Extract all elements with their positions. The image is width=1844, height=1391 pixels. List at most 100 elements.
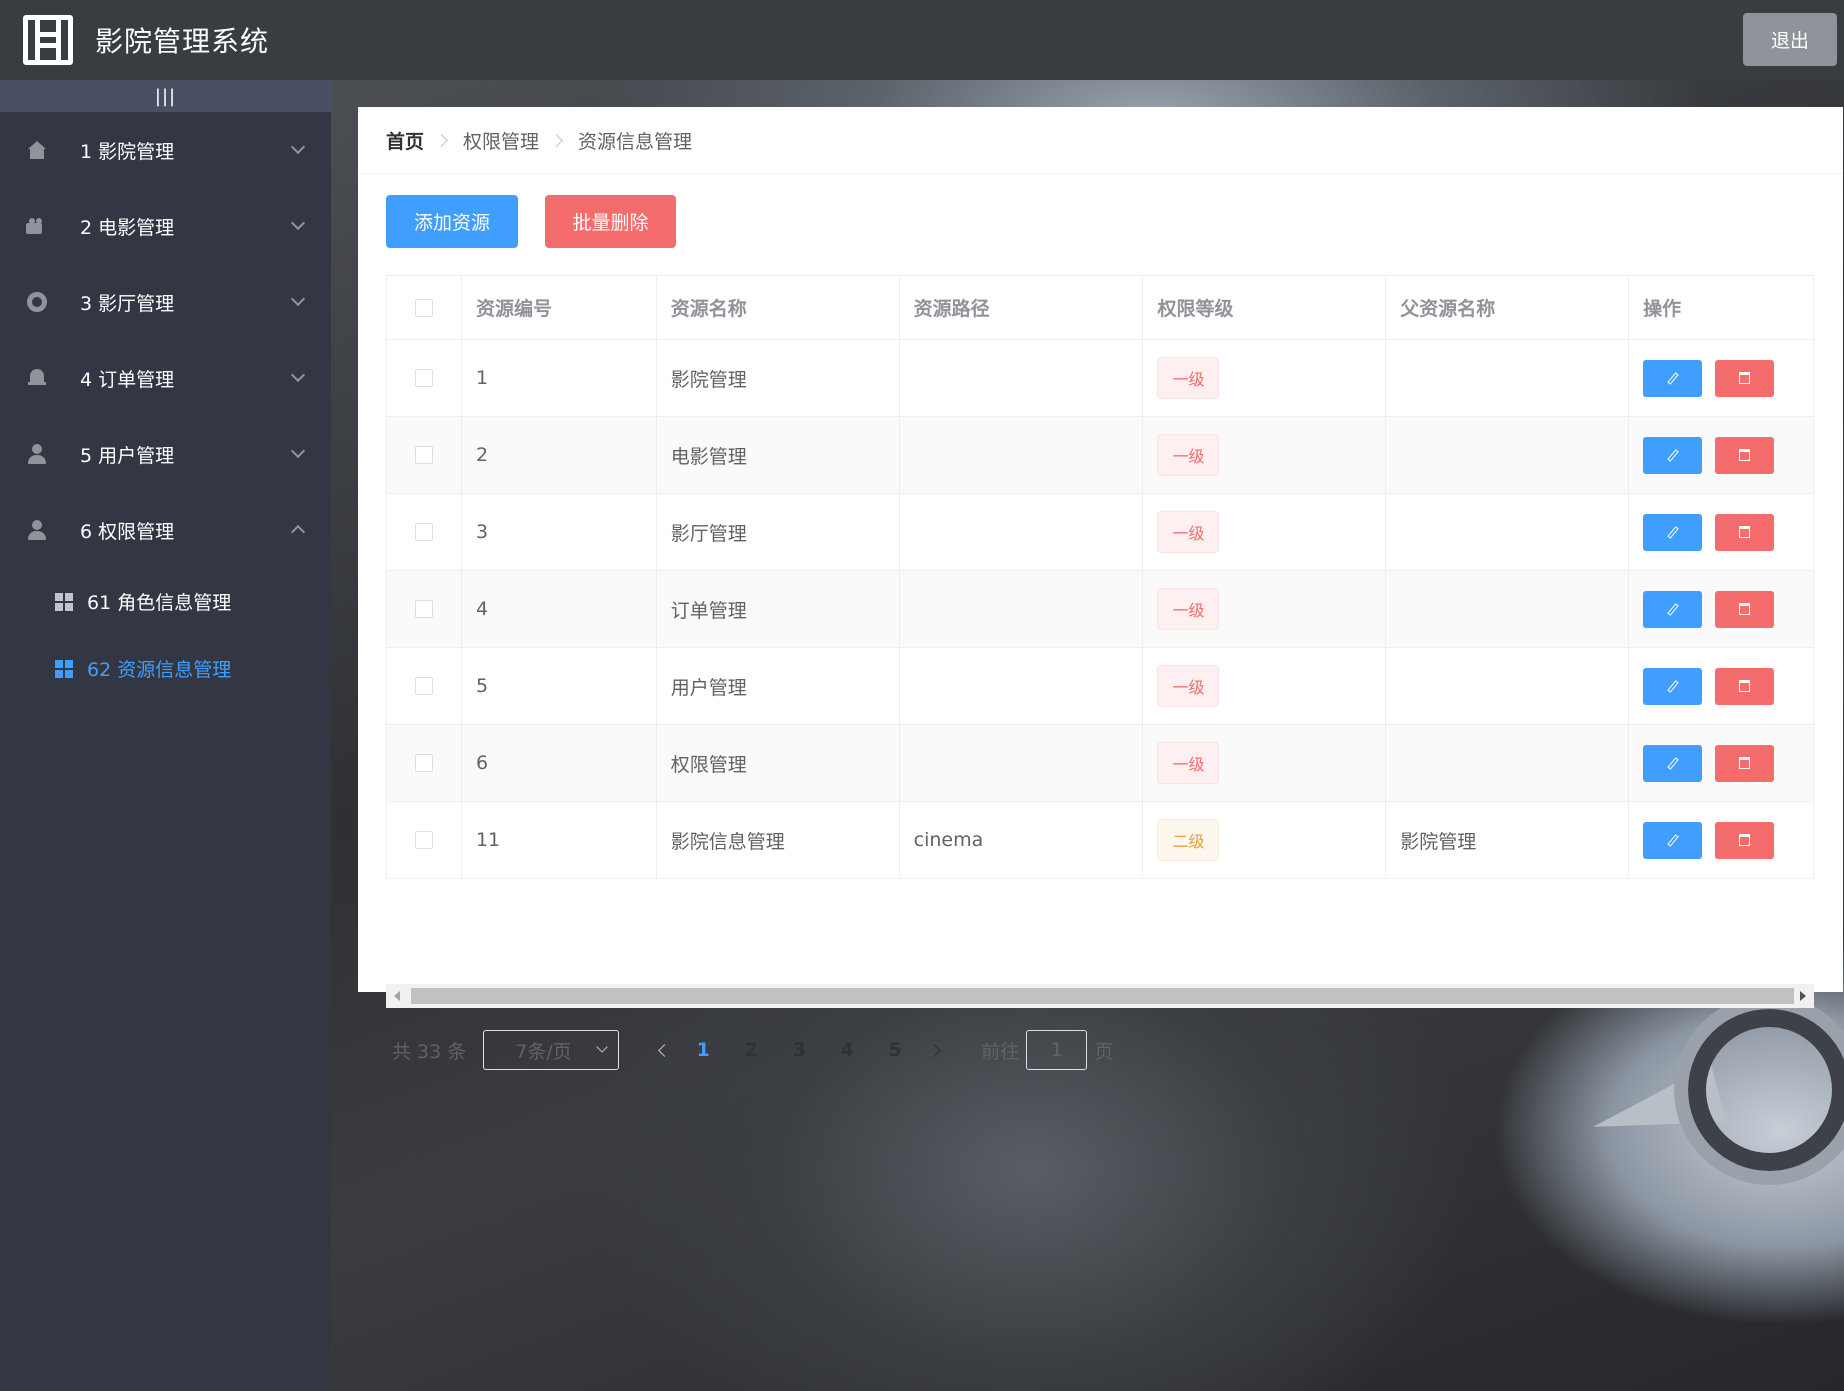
resource-path — [900, 494, 1144, 570]
parent-resource-name — [1386, 340, 1630, 416]
sidebar-item-order[interactable]: 4 订单管理 — [0, 340, 331, 416]
trash-icon — [1739, 757, 1751, 769]
next-page-button[interactable] — [919, 1030, 949, 1070]
delete-button[interactable] — [1715, 359, 1775, 397]
column-header: 资源编号 — [462, 276, 657, 339]
help-icon — [26, 291, 48, 313]
actions-cell — [1629, 648, 1814, 724]
goto-page-input[interactable]: 1 — [1026, 1030, 1088, 1070]
sidebar-item-cinema[interactable]: 1 影院管理 — [0, 112, 331, 188]
actions-cell — [1629, 802, 1814, 878]
parent-resource-name — [1386, 648, 1630, 724]
level-tag: 一级 — [1157, 357, 1220, 399]
edit-button[interactable] — [1643, 436, 1703, 474]
resource-path — [900, 417, 1144, 493]
delete-button[interactable] — [1715, 744, 1775, 782]
trash-icon — [1739, 449, 1751, 461]
sidebar-subitem-resource[interactable]: 62 资源信息管理 — [0, 635, 331, 702]
sidebar-collapse-toggle[interactable]: ||| — [0, 80, 331, 112]
table-row: 2 电影管理 一级 — [387, 417, 1814, 494]
add-resource-button[interactable]: 添加资源 — [386, 195, 518, 248]
toolbar: 添加资源 批量删除 — [358, 174, 1843, 269]
app-header: 影院管理系统 退出 — [0, 0, 1844, 80]
pagination-total: 共 33 条 — [392, 1040, 467, 1063]
row-checkbox[interactable] — [414, 600, 433, 618]
edit-icon — [1666, 756, 1679, 770]
scrollbar-thumb[interactable] — [411, 988, 1794, 1004]
page-number-button[interactable]: 5 — [871, 1030, 919, 1070]
sidebar-item-label: 5 用户管理 — [80, 444, 175, 467]
select-all-checkbox[interactable] — [414, 298, 433, 317]
parent-resource-name — [1386, 494, 1630, 570]
trash-icon — [1739, 372, 1751, 384]
edit-button[interactable] — [1643, 821, 1703, 859]
edit-button[interactable] — [1643, 667, 1703, 705]
row-checkbox[interactable] — [414, 677, 433, 695]
pagination: 共 33 条 7条/页 12345 前往 1 页 — [392, 1030, 1113, 1070]
prev-page-button[interactable] — [649, 1030, 679, 1070]
level-tag: 二级 — [1157, 819, 1220, 861]
parent-resource-name — [1386, 571, 1630, 647]
actions-cell — [1629, 417, 1814, 493]
row-checkbox-cell — [387, 802, 462, 878]
logout-button[interactable]: 退出 — [1743, 13, 1837, 66]
resource-path: cinema — [900, 802, 1144, 878]
page-number-button[interactable]: 2 — [727, 1030, 775, 1070]
resource-id: 4 — [462, 571, 657, 647]
page-number-button[interactable]: 1 — [679, 1030, 727, 1070]
sidebar-item-user[interactable]: 5 用户管理 — [0, 416, 331, 492]
sidebar-item-hall[interactable]: 3 影厅管理 — [0, 264, 331, 340]
sidebar-item-label: 2 电影管理 — [80, 216, 175, 239]
resource-id: 2 — [462, 417, 657, 493]
edit-button[interactable] — [1643, 513, 1703, 551]
bell-icon — [26, 367, 48, 389]
page-number-list: 12345 — [679, 1030, 919, 1070]
row-checkbox[interactable] — [414, 523, 433, 541]
sidebar-item-movie[interactable]: 2 电影管理 — [0, 188, 331, 264]
edit-button[interactable] — [1643, 744, 1703, 782]
sidebar-item-label: 6 权限管理 — [80, 520, 175, 543]
horizontal-scrollbar[interactable] — [386, 984, 1814, 1008]
table-row: 11 影院信息管理 cinema 二级 影院管理 — [387, 802, 1814, 879]
edit-button[interactable] — [1643, 590, 1703, 628]
row-checkbox[interactable] — [414, 369, 433, 387]
level-tag: 一级 — [1157, 588, 1220, 630]
scroll-left-arrow-icon[interactable] — [394, 991, 400, 1001]
edit-button[interactable] — [1643, 359, 1703, 397]
resource-name: 用户管理 — [657, 648, 900, 724]
user-icon — [26, 519, 48, 541]
edit-icon — [1666, 602, 1679, 616]
row-checkbox-cell — [387, 571, 462, 647]
column-header: 资源路径 — [900, 276, 1144, 339]
page-size-select[interactable]: 7条/页 — [483, 1030, 620, 1070]
content-card: 首页 权限管理 资源信息管理 添加资源 批量删除 资源编号 资源名称 资源路径 … — [358, 107, 1843, 1070]
scroll-right-arrow-icon[interactable] — [1800, 991, 1806, 1001]
delete-button[interactable] — [1715, 590, 1775, 628]
resource-id: 5 — [462, 648, 657, 724]
edit-icon — [1666, 525, 1679, 539]
delete-button[interactable] — [1715, 667, 1775, 705]
sidebar-item-permission[interactable]: 6 权限管理 — [0, 492, 331, 568]
resource-path — [900, 571, 1144, 647]
chevron-right-icon — [435, 133, 448, 147]
column-header: 权限等级 — [1143, 276, 1387, 339]
page-number-button[interactable]: 4 — [823, 1030, 871, 1070]
batch-delete-button[interactable]: 批量删除 — [545, 195, 676, 248]
row-checkbox[interactable] — [414, 831, 433, 849]
resource-name: 影院管理 — [657, 340, 900, 416]
delete-button[interactable] — [1715, 821, 1775, 859]
page-number-button[interactable]: 3 — [775, 1030, 823, 1070]
row-checkbox[interactable] — [414, 754, 433, 772]
delete-button[interactable] — [1715, 436, 1775, 474]
sidebar-subitem-role[interactable]: 61 角色信息管理 — [0, 568, 331, 635]
chevron-right-icon — [927, 1043, 941, 1057]
user-icon — [26, 443, 48, 465]
permission-level-cell: 二级 — [1143, 802, 1387, 878]
level-tag: 一级 — [1157, 742, 1220, 784]
sidebar-subitem-label: 61 角色信息管理 — [87, 592, 232, 614]
delete-button[interactable] — [1715, 513, 1775, 551]
level-tag: 一级 — [1157, 511, 1220, 553]
row-checkbox[interactable] — [414, 446, 433, 464]
chevron-up-icon — [290, 524, 306, 540]
breadcrumb-home[interactable]: 首页 — [386, 127, 424, 154]
